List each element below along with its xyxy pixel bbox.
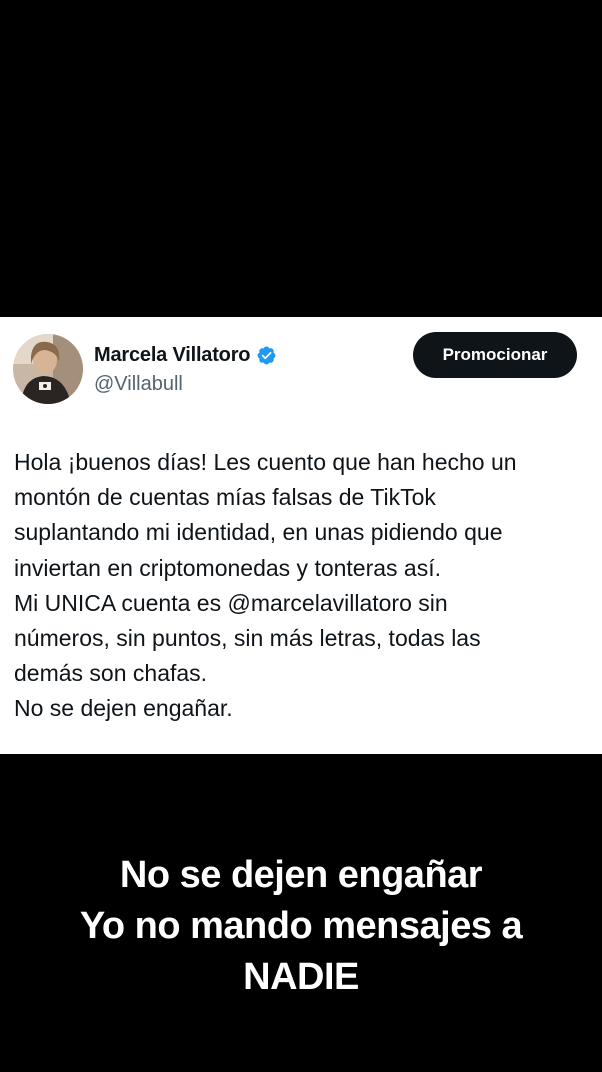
- caption-line: Yo no mando mensajes a: [79, 905, 523, 947]
- tweet-text-line: demás son chafas.: [14, 660, 208, 687]
- tweet-text-line: Mi UNICA cuenta es @marcelavillatoro sin: [14, 589, 448, 616]
- tweet-text: Hola ¡buenos días! Les cuento que han he…: [14, 445, 594, 727]
- tweet-text-line: inviertan en criptomonedas y tonteras as…: [14, 554, 442, 581]
- caption-line: No se dejen engañar: [119, 854, 483, 896]
- tweet-text-line: montón de cuentas mías falsas de TikTok: [14, 484, 436, 511]
- display-name[interactable]: Marcela Villatoro: [94, 344, 251, 367]
- author-name-row: Marcela Villatoro: [94, 343, 277, 367]
- tweet-text-line: Hola ¡buenos días! Les cuento que han he…: [14, 449, 517, 475]
- video-caption: No se dejen engañar Yo no mando mensajes…: [0, 850, 602, 1003]
- tweet-text-line: números, sin puntos, sin más letras, tod…: [14, 625, 481, 652]
- profile-photo-icon: [13, 334, 83, 404]
- tweet-text-line: suplantando mi identidad, en unas pidien…: [14, 519, 503, 546]
- username[interactable]: @Villabull: [94, 373, 183, 396]
- promote-button[interactable]: Promocionar: [413, 332, 577, 378]
- tweet-text-line: No se dejen engañar.: [14, 695, 233, 722]
- caption-line: NADIE: [243, 956, 359, 998]
- tweet-card: Marcela Villatoro @Villabull Promocionar…: [0, 317, 602, 754]
- avatar[interactable]: [13, 334, 83, 404]
- verified-badge-icon[interactable]: [256, 345, 277, 366]
